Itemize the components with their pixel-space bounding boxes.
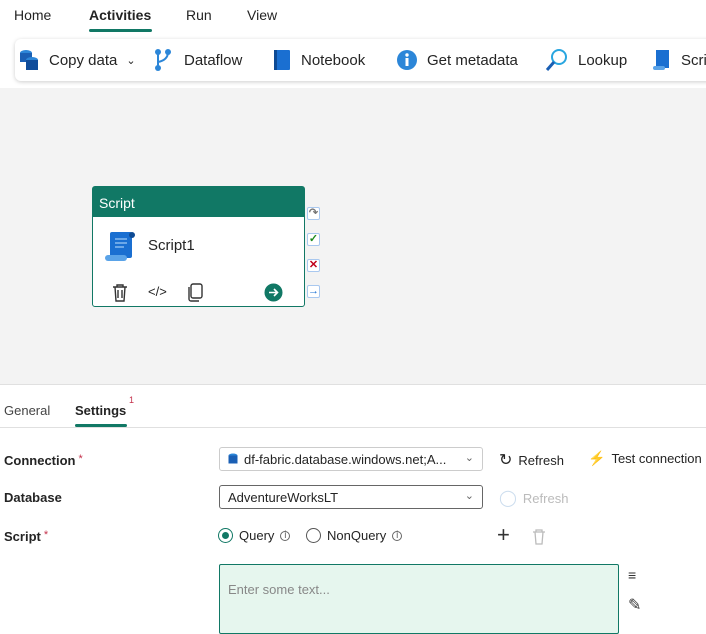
- search-icon: [545, 49, 567, 71]
- lookup-label: Lookup: [578, 51, 628, 69]
- arrow-right-circle-icon[interactable]: [264, 283, 283, 302]
- tab-active-indicator: [89, 29, 152, 32]
- tab-view[interactable]: View: [247, 7, 277, 23]
- success-connector-icon[interactable]: ✓: [307, 233, 320, 246]
- database-icon: [20, 50, 38, 70]
- dataflow-icon: [155, 49, 171, 71]
- radio-button[interactable]: [306, 528, 321, 543]
- script-activity-node[interactable]: Script Script1 </>: [92, 186, 305, 307]
- code-icon[interactable]: </>: [148, 284, 167, 299]
- delete-icon[interactable]: [111, 283, 129, 303]
- tab-home[interactable]: Home: [14, 7, 51, 23]
- properties-panel: General Settings 1 Connection * df-fabric…: [0, 384, 706, 634]
- format-icon[interactable]: ≡: [628, 567, 636, 583]
- dataflow-button[interactable]: Dataflow: [153, 39, 242, 81]
- sql-database-icon: [228, 453, 238, 464]
- connection-value: df-fabric.database.windows.net;A...: [244, 451, 447, 467]
- notebook-icon: [274, 50, 290, 70]
- node-name: Script1: [148, 237, 195, 254]
- skip-connector-icon[interactable]: ↷: [307, 207, 320, 220]
- dataflow-label: Dataflow: [184, 51, 243, 69]
- radio-query[interactable]: Query i: [218, 528, 291, 543]
- settings-error-badge: 1: [129, 395, 135, 405]
- tab-settings[interactable]: Settings: [75, 403, 126, 418]
- notebook-label: Notebook: [301, 51, 366, 69]
- activities-toolbar: Copy data ⌄ Dataflow Notebook Get metadat…: [15, 39, 706, 81]
- chevron-down-icon: ⌄: [464, 490, 474, 502]
- connection-refresh-button[interactable]: ↻ Refresh: [499, 450, 564, 470]
- chevron-down-icon: ⌄: [126, 54, 136, 67]
- script-label: Script: [681, 51, 706, 69]
- info-icon: [397, 50, 417, 70]
- connection-label: Connection *: [4, 453, 83, 468]
- script-button[interactable]: Script: [652, 39, 706, 81]
- add-icon[interactable]: +: [497, 522, 510, 548]
- plug-icon: ⚡: [588, 450, 606, 466]
- script-icon: [105, 232, 135, 261]
- tab-activities[interactable]: Activities: [89, 7, 151, 23]
- notebook-button[interactable]: Notebook: [272, 39, 365, 81]
- script-label: Script *: [4, 529, 49, 544]
- database-label: Database: [4, 490, 62, 505]
- copy-data-button[interactable]: Copy data ⌄: [18, 39, 136, 81]
- radio-nonquery[interactable]: NonQuery i: [306, 528, 403, 543]
- failure-connector-icon[interactable]: ✕: [307, 259, 320, 272]
- refresh-icon: ↻: [499, 452, 513, 469]
- copy-data-label: Copy data: [49, 51, 118, 69]
- node-type: Script: [93, 187, 304, 217]
- database-value: AdventureWorksLT: [228, 489, 339, 505]
- info-icon: i: [392, 530, 403, 541]
- delete-icon: [533, 529, 545, 545]
- test-connection-button[interactable]: ⚡ Test connection: [588, 450, 702, 467]
- lookup-button[interactable]: Lookup: [545, 39, 627, 81]
- database-dropdown[interactable]: AdventureWorksLT ⌄: [219, 485, 483, 509]
- radio-button[interactable]: [218, 528, 233, 543]
- script-editor[interactable]: Enter some text...: [219, 564, 619, 634]
- database-refresh-button: ◯ Refresh: [499, 490, 569, 507]
- edit-icon[interactable]: ✎: [628, 595, 641, 615]
- get-metadata-label: Get metadata: [427, 51, 518, 69]
- divider: [0, 427, 706, 428]
- script-icon: [653, 50, 669, 70]
- chevron-down-icon: ⌄: [464, 452, 474, 464]
- tab-general[interactable]: General: [4, 403, 50, 418]
- info-icon: i: [280, 530, 291, 541]
- connection-dropdown[interactable]: df-fabric.database.windows.net;A... ⌄: [219, 447, 483, 471]
- refresh-icon: ◯: [499, 490, 517, 507]
- copy-icon[interactable]: [186, 283, 204, 303]
- completion-connector-icon[interactable]: →: [307, 285, 320, 298]
- get-metadata-button[interactable]: Get metadata: [396, 39, 518, 81]
- tab-run[interactable]: Run: [186, 7, 212, 23]
- script-placeholder: Enter some text...: [228, 582, 330, 597]
